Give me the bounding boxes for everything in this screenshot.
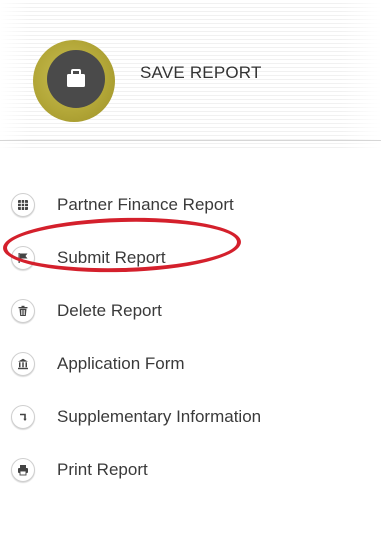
report-actions-menu: Partner Finance Report Submit Report Del… bbox=[0, 178, 381, 496]
table-icon bbox=[11, 192, 35, 217]
menu-item-partner-finance-report[interactable]: Partner Finance Report bbox=[0, 178, 381, 231]
menu-item-label: Delete Report bbox=[57, 300, 162, 320]
save-report-label[interactable]: SAVE REPORT bbox=[140, 63, 262, 83]
menu-item-label: Partner Finance Report bbox=[57, 194, 234, 214]
bank-icon bbox=[11, 351, 35, 376]
printer-icon bbox=[11, 457, 35, 482]
trash-icon bbox=[11, 298, 35, 323]
banner-fade-left bbox=[0, 0, 30, 150]
menu-item-label: Supplementary Information bbox=[57, 406, 262, 426]
corner-arrow-icon bbox=[11, 404, 35, 429]
save-report-banner: SAVE REPORT bbox=[0, 0, 381, 150]
menu-item-delete-report[interactable]: Delete Report bbox=[0, 284, 381, 337]
flag-icon bbox=[11, 245, 35, 270]
banner-divider bbox=[0, 140, 381, 141]
menu-item-print-report[interactable]: Print Report bbox=[0, 443, 381, 496]
menu-item-label: Print Report bbox=[57, 459, 148, 479]
menu-item-application-form[interactable]: Application Form bbox=[0, 337, 381, 390]
briefcase-icon bbox=[67, 69, 85, 87]
menu-item-supplementary-information[interactable]: Supplementary Information bbox=[0, 390, 381, 443]
banner-fade-right bbox=[341, 0, 381, 150]
save-report-button[interactable] bbox=[33, 40, 115, 122]
menu-item-label: Application Form bbox=[57, 353, 185, 373]
menu-item-label: Submit Report bbox=[57, 247, 166, 267]
menu-item-submit-report[interactable]: Submit Report bbox=[0, 231, 381, 284]
save-icon-disc bbox=[47, 50, 105, 108]
